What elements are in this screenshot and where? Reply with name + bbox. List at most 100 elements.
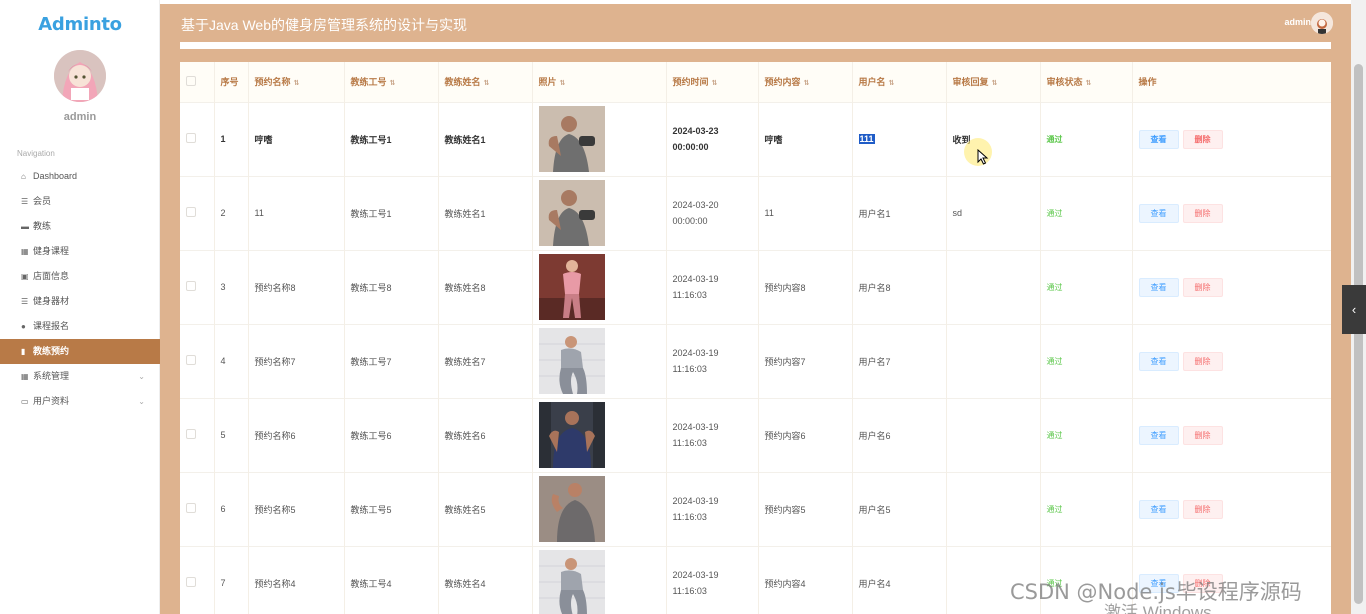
table-row: 3 预约名称8 教练工号8 教练姓名8 2024-03-19 11:16:03 预约内容8… <box>180 250 1331 324</box>
sidebar-item-courses[interactable]: ▦ 健身课程 <box>0 239 160 264</box>
delete-button[interactable]: 删除 <box>1182 129 1223 149</box>
cell-coach-id: 教练工号1 <box>344 102 439 176</box>
cell-booking-content: 哼嗜 <box>758 102 853 176</box>
activate-windows-text: 激活 Windows <box>1104 603 1212 614</box>
cell-user-wrap: 用户名1 <box>852 176 947 250</box>
cell-booking-name: 预约名称7 <box>248 324 345 398</box>
cell-index: 5 <box>214 398 249 472</box>
row-checkbox[interactable] <box>180 102 215 176</box>
sidebar-item-profile[interactable]: ▭ 用户资料 ⌄ <box>0 389 160 414</box>
column-header[interactable]: 用户名 ⇅ <box>852 62 947 102</box>
sidebar-item-dashboard[interactable]: ⌂ Dashboard <box>0 164 160 189</box>
sidebar-item-coaches[interactable]: ▬ 教练 <box>0 214 160 239</box>
status-badge: 通过 <box>1046 356 1063 366</box>
cell-index: 1 <box>214 102 249 176</box>
delete-button[interactable]: 删除 <box>1182 499 1223 519</box>
delete-button[interactable]: 删除 <box>1182 203 1223 223</box>
cell-photo[interactable] <box>532 546 667 614</box>
cell-booking-name: 预约名称5 <box>248 472 345 546</box>
cell-photo[interactable] <box>532 250 667 324</box>
sidebar-item-store-info[interactable]: ▣ 店面信息 <box>0 264 160 289</box>
sort-icon: ⇅ <box>1085 80 1092 88</box>
cell-photo[interactable] <box>532 176 667 250</box>
header-avatar[interactable] <box>1311 12 1333 34</box>
delete-button[interactable]: 删除 <box>1182 351 1223 371</box>
cell-coach-id: 教练工号6 <box>344 398 439 472</box>
grid-icon: ▦ <box>21 247 29 256</box>
status-badge: 通过 <box>1046 430 1063 440</box>
column-header[interactable]: 预约时间 ⇅ <box>666 62 759 102</box>
cell-booking-name: 预约名称6 <box>248 398 345 472</box>
cell-booking-time: 2024-03-19 11:16:03 <box>666 398 759 472</box>
cell-coach-name: 教练姓名1 <box>438 176 533 250</box>
sort-icon: ⇅ <box>293 80 300 88</box>
status-badge: 通过 <box>1046 208 1063 218</box>
cell-user: 用户名1 <box>858 208 891 219</box>
delete-button[interactable]: 删除 <box>1182 277 1223 297</box>
cell-review-reply <box>946 398 1041 472</box>
cell-photo[interactable] <box>532 398 667 472</box>
cell-booking-name: 预约名称8 <box>248 250 345 324</box>
view-button[interactable]: 查看 <box>1138 351 1179 371</box>
sidebar-item-members[interactable]: ☰ 会员 <box>0 189 160 214</box>
card-icon: ▭ <box>21 397 29 406</box>
view-button[interactable]: 查看 <box>1138 129 1179 149</box>
table-row: 4 预约名称7 教练工号7 教练姓名7 2024-03-19 11:16:03 预约内容7… <box>180 324 1331 398</box>
cell-coach-id: 教练工号8 <box>344 250 439 324</box>
avatar[interactable] <box>54 50 106 102</box>
man-gym-photo <box>538 402 666 468</box>
chevron-left-icon: ‹ <box>1351 302 1357 317</box>
cell-user-wrap: 用户名8 <box>852 250 947 324</box>
delete-button[interactable]: 删除 <box>1182 425 1223 445</box>
header-username[interactable]: admin <box>1284 17 1311 27</box>
row-checkbox[interactable] <box>180 176 215 250</box>
sidebar-item-equipment[interactable]: ☰ 健身器材 <box>0 289 160 314</box>
cell-photo[interactable] <box>532 472 667 546</box>
row-checkbox[interactable] <box>180 546 215 614</box>
cell-user: 111 <box>858 134 875 144</box>
cell-coach-name: 教练姓名7 <box>438 324 533 398</box>
sidebar-item-coach-booking[interactable]: ▮ 教练预约 <box>0 339 160 364</box>
row-checkbox[interactable] <box>180 250 215 324</box>
view-button[interactable]: 查看 <box>1138 499 1179 519</box>
cell-booking-time: 2024-03-19 11:16:03 <box>666 546 759 614</box>
sidebar-item-system[interactable]: ▦ 系统管理 ⌄ <box>0 364 160 389</box>
sidebar-item-label: 店面信息 <box>33 271 70 281</box>
view-button[interactable]: 查看 <box>1138 203 1179 223</box>
column-header[interactable]: 教练工号 ⇅ <box>344 62 439 102</box>
view-button[interactable]: 查看 <box>1138 277 1179 297</box>
cell-user-wrap: 用户名6 <box>852 398 947 472</box>
column-header[interactable]: 照片 ⇅ <box>532 62 667 102</box>
cell-actions: 查看 删除 <box>1132 324 1331 398</box>
cell-review-status: 通过 <box>1040 472 1133 546</box>
sidebar-item-course-signup[interactable]: ● 课程报名 <box>0 314 160 339</box>
column-header[interactable]: 教练姓名 ⇅ <box>438 62 533 102</box>
cell-photo[interactable] <box>532 102 667 176</box>
column-header: 操作 <box>1132 62 1331 102</box>
view-button[interactable]: 查看 <box>1138 425 1179 445</box>
cell-review-reply <box>946 472 1041 546</box>
select-all-checkbox[interactable] <box>180 62 215 102</box>
row-checkbox[interactable] <box>180 398 215 472</box>
status-badge: 通过 <box>1046 504 1063 514</box>
cell-index: 6 <box>214 472 249 546</box>
collapse-panel-button[interactable]: ‹ <box>1342 285 1366 334</box>
cell-review-reply: sd <box>946 176 1041 250</box>
column-header[interactable]: 审核状态 ⇅ <box>1040 62 1133 102</box>
cell-user: 用户名7 <box>858 356 891 367</box>
column-header[interactable]: 预约内容 ⇅ <box>758 62 853 102</box>
scrollbar-thumb[interactable] <box>1354 64 1363 604</box>
column-header[interactable]: 审核回复 ⇅ <box>946 62 1041 102</box>
user-icon: ● <box>21 322 26 331</box>
cell-photo[interactable] <box>532 324 667 398</box>
cell-index: 3 <box>214 250 249 324</box>
cell-user: 用户名4 <box>858 578 891 589</box>
table-header-row: 序号 预约名称 ⇅ 教练工号 ⇅ 教练姓名 ⇅ 照片 ⇅ 预约时间 ⇅ 预约内容 ⇅ 用户名… <box>180 62 1331 102</box>
cell-review-status: 通过 <box>1040 176 1133 250</box>
column-header[interactable]: 预约名称 ⇅ <box>248 62 345 102</box>
cell-actions: 查看 删除 <box>1132 398 1331 472</box>
app-logo[interactable]: Adminto <box>0 14 160 35</box>
row-checkbox[interactable] <box>180 472 215 546</box>
top-header: 基于Java Web的健身房管理系统的设计与实现 admin <box>160 4 1351 42</box>
row-checkbox[interactable] <box>180 324 215 398</box>
